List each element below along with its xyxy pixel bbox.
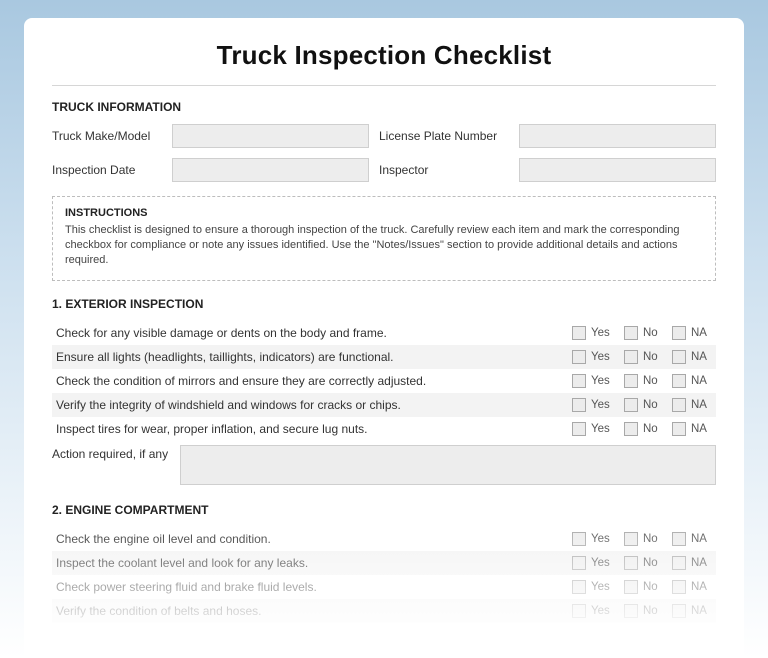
instructions-title: INSTRUCTIONS	[65, 207, 703, 219]
truck-info-grid: Truck Make/Model License Plate Number In…	[52, 124, 716, 182]
check-row: Check power steering fluid and brake flu…	[52, 575, 716, 599]
section-1-heading: 1. EXTERIOR INSPECTION	[52, 297, 716, 311]
title-rule	[52, 85, 716, 86]
option-yes[interactable]: Yes	[572, 422, 616, 436]
checkbox-icon	[624, 532, 638, 546]
checkbox-icon	[572, 398, 586, 412]
option-na[interactable]: NA	[672, 374, 712, 388]
option-na[interactable]: NA	[672, 398, 712, 412]
checkbox-icon	[572, 374, 586, 388]
option-na[interactable]: NA	[672, 580, 712, 594]
option-yes[interactable]: Yes	[572, 374, 616, 388]
checkbox-icon	[572, 350, 586, 364]
option-na[interactable]: NA	[672, 532, 712, 546]
option-yes[interactable]: Yes	[572, 532, 616, 546]
option-no[interactable]: No	[624, 326, 664, 340]
check-row: Inspect tires for wear, proper inflation…	[52, 417, 716, 441]
check-row: Verify the condition of belts and hoses.…	[52, 599, 716, 623]
checkbox-icon	[624, 398, 638, 412]
date-label: Inspection Date	[52, 163, 162, 177]
option-yes[interactable]: Yes	[572, 556, 616, 570]
section-2-heading: 2. ENGINE COMPARTMENT	[52, 503, 716, 517]
license-input[interactable]	[519, 124, 716, 148]
checkbox-icon	[672, 374, 686, 388]
option-no[interactable]: No	[624, 422, 664, 436]
checkbox-icon	[572, 326, 586, 340]
check-row: Ensure all lights (headlights, taillight…	[52, 345, 716, 369]
check-row: Check the condition of mirrors and ensur…	[52, 369, 716, 393]
checkbox-icon	[572, 556, 586, 570]
date-input[interactable]	[172, 158, 369, 182]
inspector-label: Inspector	[379, 163, 509, 177]
option-na[interactable]: NA	[672, 556, 712, 570]
checkbox-icon	[572, 422, 586, 436]
check-text: Ensure all lights (headlights, taillight…	[56, 350, 564, 364]
option-no[interactable]: No	[624, 580, 664, 594]
instructions-body: This checklist is designed to ensure a t…	[65, 223, 703, 268]
checkbox-icon	[672, 422, 686, 436]
option-na[interactable]: NA	[672, 326, 712, 340]
check-row: Inspect the coolant level and look for a…	[52, 551, 716, 575]
action-row: Action required, if any	[52, 445, 716, 485]
checkbox-icon	[624, 374, 638, 388]
check-text: Check the condition of mirrors and ensur…	[56, 374, 564, 388]
check-text: Verify the condition of belts and hoses.	[56, 604, 564, 618]
checkbox-icon	[672, 350, 686, 364]
checkbox-icon	[672, 604, 686, 618]
option-no[interactable]: No	[624, 398, 664, 412]
license-label: License Plate Number	[379, 129, 509, 143]
checkbox-icon	[572, 580, 586, 594]
checkbox-icon	[572, 532, 586, 546]
option-yes[interactable]: Yes	[572, 326, 616, 340]
check-row: Verify the integrity of windshield and w…	[52, 393, 716, 417]
check-text: Check the engine oil level and condition…	[56, 532, 564, 546]
option-no[interactable]: No	[624, 374, 664, 388]
checkbox-icon	[624, 604, 638, 618]
option-yes[interactable]: Yes	[572, 580, 616, 594]
check-text: Inspect the coolant level and look for a…	[56, 556, 564, 570]
action-input[interactable]	[180, 445, 716, 485]
option-na[interactable]: NA	[672, 422, 712, 436]
option-no[interactable]: No	[624, 532, 664, 546]
checkbox-icon	[624, 556, 638, 570]
option-no[interactable]: No	[624, 350, 664, 364]
make-model-label: Truck Make/Model	[52, 129, 162, 143]
checkbox-icon	[572, 604, 586, 618]
checkbox-icon	[624, 350, 638, 364]
option-yes[interactable]: Yes	[572, 398, 616, 412]
checkbox-icon	[672, 556, 686, 570]
check-text: Inspect tires for wear, proper inflation…	[56, 422, 564, 436]
truck-info-heading: TRUCK INFORMATION	[52, 100, 716, 114]
action-label: Action required, if any	[52, 445, 180, 461]
make-model-input[interactable]	[172, 124, 369, 148]
check-text: Verify the integrity of windshield and w…	[56, 398, 564, 412]
option-no[interactable]: No	[624, 604, 664, 618]
checkbox-icon	[672, 398, 686, 412]
document-sheet: Truck Inspection Checklist TRUCK INFORMA…	[24, 18, 744, 658]
checkbox-icon	[624, 326, 638, 340]
check-row: Check the engine oil level and condition…	[52, 527, 716, 551]
option-yes[interactable]: Yes	[572, 604, 616, 618]
checkbox-icon	[672, 326, 686, 340]
option-na[interactable]: NA	[672, 350, 712, 364]
check-text: Check power steering fluid and brake flu…	[56, 580, 564, 594]
checkbox-icon	[624, 580, 638, 594]
page-title: Truck Inspection Checklist	[52, 40, 716, 71]
checkbox-icon	[672, 580, 686, 594]
option-na[interactable]: NA	[672, 604, 712, 618]
checkbox-icon	[624, 422, 638, 436]
option-no[interactable]: No	[624, 556, 664, 570]
check-text: Check for any visible damage or dents on…	[56, 326, 564, 340]
option-yes[interactable]: Yes	[572, 350, 616, 364]
instructions-box: INSTRUCTIONS This checklist is designed …	[52, 196, 716, 281]
checkbox-icon	[672, 532, 686, 546]
check-row: Check for any visible damage or dents on…	[52, 321, 716, 345]
inspector-input[interactable]	[519, 158, 716, 182]
